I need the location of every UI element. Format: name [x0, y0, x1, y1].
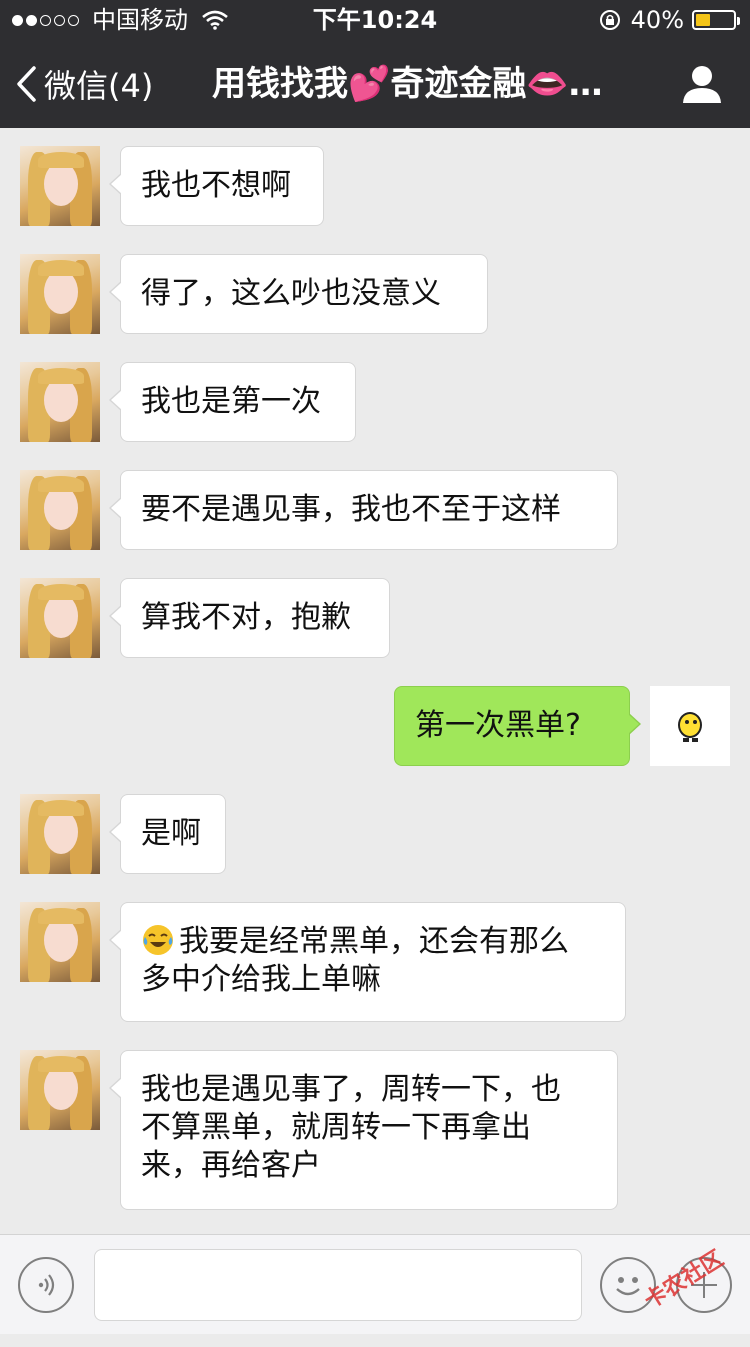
contact-avatar[interactable]	[20, 1050, 100, 1130]
contact-avatar[interactable]	[20, 254, 100, 334]
status-right: 40%	[599, 0, 740, 40]
contact-avatar[interactable]	[20, 794, 100, 874]
laugh-cry-emoji-icon	[143, 925, 173, 955]
contact-avatar[interactable]	[20, 362, 100, 442]
message-bubble[interactable]: 我也不想啊	[109, 146, 324, 226]
message-bubble-outgoing[interactable]: 第一次黑单?	[394, 686, 641, 766]
message-text: 我也是遇见事了，周转一下，也	[141, 1072, 561, 1107]
input-bar	[0, 1234, 750, 1334]
message-bubble[interactable]: 算我不对，抱歉	[109, 578, 390, 658]
chat-title: 用钱找我💕奇迹金融👄…	[212, 64, 603, 104]
message-text: 我也不想啊	[141, 168, 291, 203]
contact-avatar[interactable]	[20, 146, 100, 226]
message-text: 算我不对，抱歉	[141, 600, 351, 635]
back-label: 微信(4)	[44, 67, 154, 105]
contact-avatar[interactable]	[20, 902, 100, 982]
message-text: 我也是第一次	[141, 384, 321, 419]
profile-icon[interactable]	[680, 64, 724, 104]
message-bubble[interactable]: 我也是遇见事了，周转一下，也 不算黑单，就周转一下再拿出 来，再给客户	[109, 1050, 618, 1210]
battery-fill	[696, 14, 710, 26]
message-text: 要不是遇见事，我也不至于这样	[141, 492, 561, 527]
voice-input-button[interactable]	[18, 1257, 74, 1313]
message-input[interactable]	[94, 1249, 582, 1321]
message-text: 来，再给客户	[141, 1148, 321, 1183]
voice-icon	[38, 1274, 55, 1296]
message-text: 不算黑单，就周转一下再拿出	[141, 1110, 531, 1145]
message-bubble[interactable]: 我要是经常黑单，还会有那么 多中介给我上单嘛	[109, 902, 626, 1022]
rotation-lock-icon	[599, 10, 620, 30]
message-text: 多中介给我上单嘛	[141, 962, 381, 997]
message-text: 我要是经常黑单，还会有那么	[179, 924, 569, 959]
my-avatar[interactable]	[650, 686, 730, 766]
message-bubble[interactable]: 得了，这么吵也没意义	[109, 254, 488, 334]
chevron-left-icon	[17, 66, 36, 102]
battery-percent: 40%	[630, 6, 684, 34]
chat-area[interactable]: 我也不想啊 得了，这么吵也没意义 我也是第一次 要不是遇见事，我也不至于这样 算	[0, 128, 750, 1234]
nav-bar: 微信(4) 用钱找我💕奇迹金融👄…	[0, 40, 750, 128]
message-text: 是啊	[141, 816, 201, 851]
battery-icon	[692, 10, 740, 30]
contact-avatar[interactable]	[20, 578, 100, 658]
message-text: 第一次黑单?	[415, 708, 581, 743]
message-bubble[interactable]: 我也是第一次	[109, 362, 356, 442]
message-bubble[interactable]: 要不是遇见事，我也不至于这样	[109, 470, 618, 550]
message-text: 得了，这么吵也没意义	[141, 276, 441, 311]
message-bubble[interactable]: 是啊	[109, 794, 226, 874]
back-button[interactable]: 微信(4)	[14, 40, 153, 128]
status-bar: 中国移动 下午10:24 40%	[0, 0, 750, 40]
contact-avatar[interactable]	[20, 470, 100, 550]
